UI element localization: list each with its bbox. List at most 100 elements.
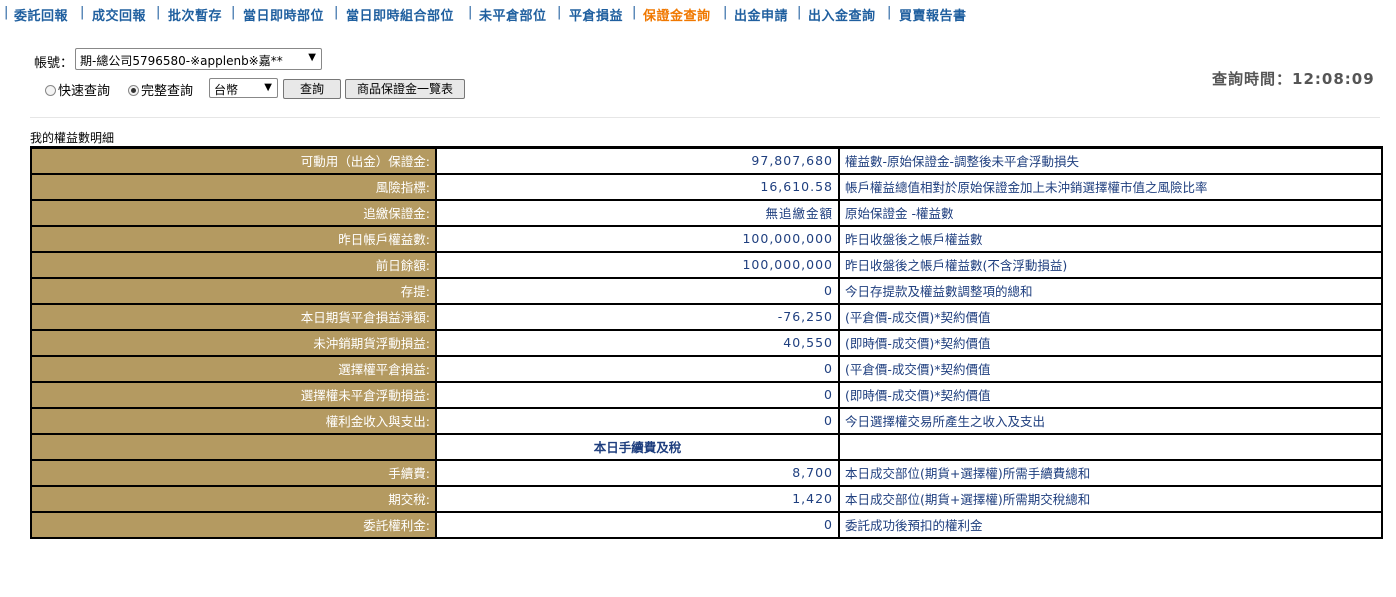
table-row: 本日期貨平倉損益淨額: -76,250 (平倉價-成交價)*契約價值 xyxy=(30,302,1383,331)
nav-item[interactable]: 當日即時組合部位 xyxy=(346,5,454,24)
nav-item[interactable]: 出入金查詢 xyxy=(808,5,876,24)
row-value: 0 xyxy=(435,406,840,435)
nav-item[interactable]: 未平倉部位 xyxy=(479,5,547,24)
table-row: 選擇權未平倉浮動損益: 0 (即時價-成交價)*契約價值 xyxy=(30,380,1383,409)
table-row: 前日餘額: 100,000,000 昨日收盤後之帳戶權益數(不含浮動損益) xyxy=(30,250,1383,279)
nav-item[interactable]: 平倉損益 xyxy=(569,5,623,24)
top-nav: 委託回報 | 成交回報 | 批次暫存 | 當日即時部位 | 當日即時組合部位 | 未平倉部位 | 平倉損… xyxy=(0,0,1396,26)
row-label: 委託權利金: xyxy=(30,510,437,539)
row-description: 委託成功後預扣的權利金 xyxy=(838,510,1383,539)
row-label: 風險指標: xyxy=(30,172,437,201)
row-value: 16,610.58 xyxy=(435,172,840,201)
row-label: 昨日帳戶權益數: xyxy=(30,224,437,253)
nav-item[interactable]: 成交回報 xyxy=(92,5,146,24)
nav-separator: | xyxy=(887,5,892,20)
table-row: 追繳保證金: 無追繳金額 原始保證金 -權益數 xyxy=(30,198,1383,227)
table-row: 存提: 0 今日存提款及權益數調整項的總和 xyxy=(30,276,1383,305)
currency-select[interactable]: 台幣 ▼ xyxy=(209,78,278,98)
account-select-value: 期-總公司5796580-※applenb※嘉** xyxy=(80,54,283,68)
row-description: (即時價-成交價)*契約價值 xyxy=(838,380,1383,409)
query-time-label: 查詢時間： xyxy=(1212,70,1293,88)
query-time-value: 12:08:09 xyxy=(1292,70,1375,88)
row-label xyxy=(30,432,437,461)
nav-separator: | xyxy=(80,5,85,20)
row-description: 昨日收盤後之帳戶權益數(不含浮動損益) xyxy=(838,250,1383,279)
subheader-row: 本日手續費及稅 xyxy=(30,432,1383,461)
radio-checked-icon xyxy=(128,85,139,96)
row-description: 本日成交部位(期貨+選擇權)所需手續費總和 xyxy=(838,458,1383,487)
nav-item[interactable]: 批次暫存 xyxy=(168,5,222,24)
row-description: 原始保證金 -權益數 xyxy=(838,198,1383,227)
table-row: 風險指標: 16,610.58 帳戶權益總值相對於原始保證金加上未沖銷選擇權市值之風… xyxy=(30,172,1383,201)
subheader-title: 本日手續費及稅 xyxy=(435,432,840,461)
full-query-label: 完整查詢 xyxy=(141,84,194,99)
nav-item[interactable]: 當日即時部位 xyxy=(243,5,324,24)
nav-separator: | xyxy=(231,5,236,20)
table-row: 委託權利金: 0 委託成功後預扣的權利金 xyxy=(30,510,1383,539)
account-select[interactable]: 期-總公司5796580-※applenb※嘉** ▼ xyxy=(75,48,322,70)
row-description: (平倉價-成交價)*契約價值 xyxy=(838,302,1383,331)
row-label: 前日餘額: xyxy=(30,250,437,279)
table-row: 手續費: 8,700 本日成交部位(期貨+選擇權)所需手續費總和 xyxy=(30,458,1383,487)
row-label: 權利金收入與支出: xyxy=(30,406,437,435)
row-label: 可動用（出金）保證金: xyxy=(30,146,437,175)
table-row: 期交稅: 1,420 本日成交部位(期貨+選擇權)所需期交稅總和 xyxy=(30,484,1383,513)
table-row: 可動用（出金）保證金: 97,807,680 權益數-原始保證金-調整後未平倉浮動損… xyxy=(30,146,1383,175)
nav-separator: | xyxy=(723,5,728,20)
equity-detail-table: 可動用（出金）保證金: 97,807,680 權益數-原始保證金-調整後未平倉浮動損… xyxy=(30,146,1383,539)
row-value: 0 xyxy=(435,276,840,305)
nav-separator: | xyxy=(632,5,637,20)
table-row: 選擇權平倉損益: 0 (平倉價-成交價)*契約價值 xyxy=(30,354,1383,383)
row-label: 選擇權平倉損益: xyxy=(30,354,437,383)
row-label: 手續費: xyxy=(30,458,437,487)
nav-item[interactable]: 出金申請 xyxy=(734,5,788,24)
row-value: -76,250 xyxy=(435,302,840,331)
divider xyxy=(30,117,1380,118)
row-value: 無追繳金額 xyxy=(435,198,840,227)
row-description: (即時價-成交價)*契約價值 xyxy=(838,328,1383,357)
row-description: 權益數-原始保證金-調整後未平倉浮動損失 xyxy=(838,146,1383,175)
nav-item[interactable]: 保證金查詢 xyxy=(643,5,711,24)
row-value: 40,550 xyxy=(435,328,840,357)
query-button[interactable]: 查詢 xyxy=(283,79,341,99)
row-description: 今日選擇權交易所產生之收入及支出 xyxy=(838,406,1383,435)
table-row: 昨日帳戶權益數: 100,000,000 昨日收盤後之帳戶權益數 xyxy=(30,224,1383,253)
row-label: 追繳保證金: xyxy=(30,198,437,227)
row-description xyxy=(838,432,1383,461)
chevron-down-icon: ▼ xyxy=(264,82,272,93)
quick-query-radio[interactable]: 快速查詢 xyxy=(45,80,110,99)
account-label: 帳號： xyxy=(34,56,74,71)
row-description: (平倉價-成交價)*契約價值 xyxy=(838,354,1383,383)
row-description: 今日存提款及權益數調整項的總和 xyxy=(838,276,1383,305)
quick-query-label: 快速查詢 xyxy=(58,84,111,99)
row-label: 本日期貨平倉損益淨額: xyxy=(30,302,437,331)
section-title: 我的權益數明細 xyxy=(30,131,115,145)
nav-separator: | xyxy=(468,5,473,20)
row-value: 100,000,000 xyxy=(435,224,840,253)
row-description: 本日成交部位(期貨+選擇權)所需期交稅總和 xyxy=(838,484,1383,513)
row-value: 8,700 xyxy=(435,458,840,487)
nav-separator: | xyxy=(4,5,9,20)
row-description: 昨日收盤後之帳戶權益數 xyxy=(838,224,1383,253)
row-value: 97,807,680 xyxy=(435,146,840,175)
table-row: 權利金收入與支出: 0 今日選擇權交易所產生之收入及支出 xyxy=(30,406,1383,435)
chevron-down-icon: ▼ xyxy=(308,52,316,63)
row-label: 未沖銷期貨浮動損益: xyxy=(30,328,437,357)
nav-item[interactable]: 委託回報 xyxy=(14,5,68,24)
row-value: 0 xyxy=(435,354,840,383)
row-value: 0 xyxy=(435,510,840,539)
row-label: 期交稅: xyxy=(30,484,437,513)
nav-separator: | xyxy=(557,5,562,20)
nav-separator: | xyxy=(797,5,802,20)
margin-list-button[interactable]: 商品保證金一覽表 xyxy=(345,79,465,99)
full-query-radio[interactable]: 完整查詢 xyxy=(128,80,193,99)
query-time: 查詢時間：12:08:09 xyxy=(1212,68,1375,89)
currency-select-value: 台幣 xyxy=(214,83,239,97)
nav-separator: | xyxy=(334,5,339,20)
row-description: 帳戶權益總值相對於原始保證金加上未沖銷選擇權市值之風險比率 xyxy=(838,172,1383,201)
nav-separator: | xyxy=(156,5,161,20)
row-value: 100,000,000 xyxy=(435,250,840,279)
nav-item[interactable]: 買賣報告書 xyxy=(899,5,967,24)
radio-icon xyxy=(45,85,56,96)
row-value: 1,420 xyxy=(435,484,840,513)
